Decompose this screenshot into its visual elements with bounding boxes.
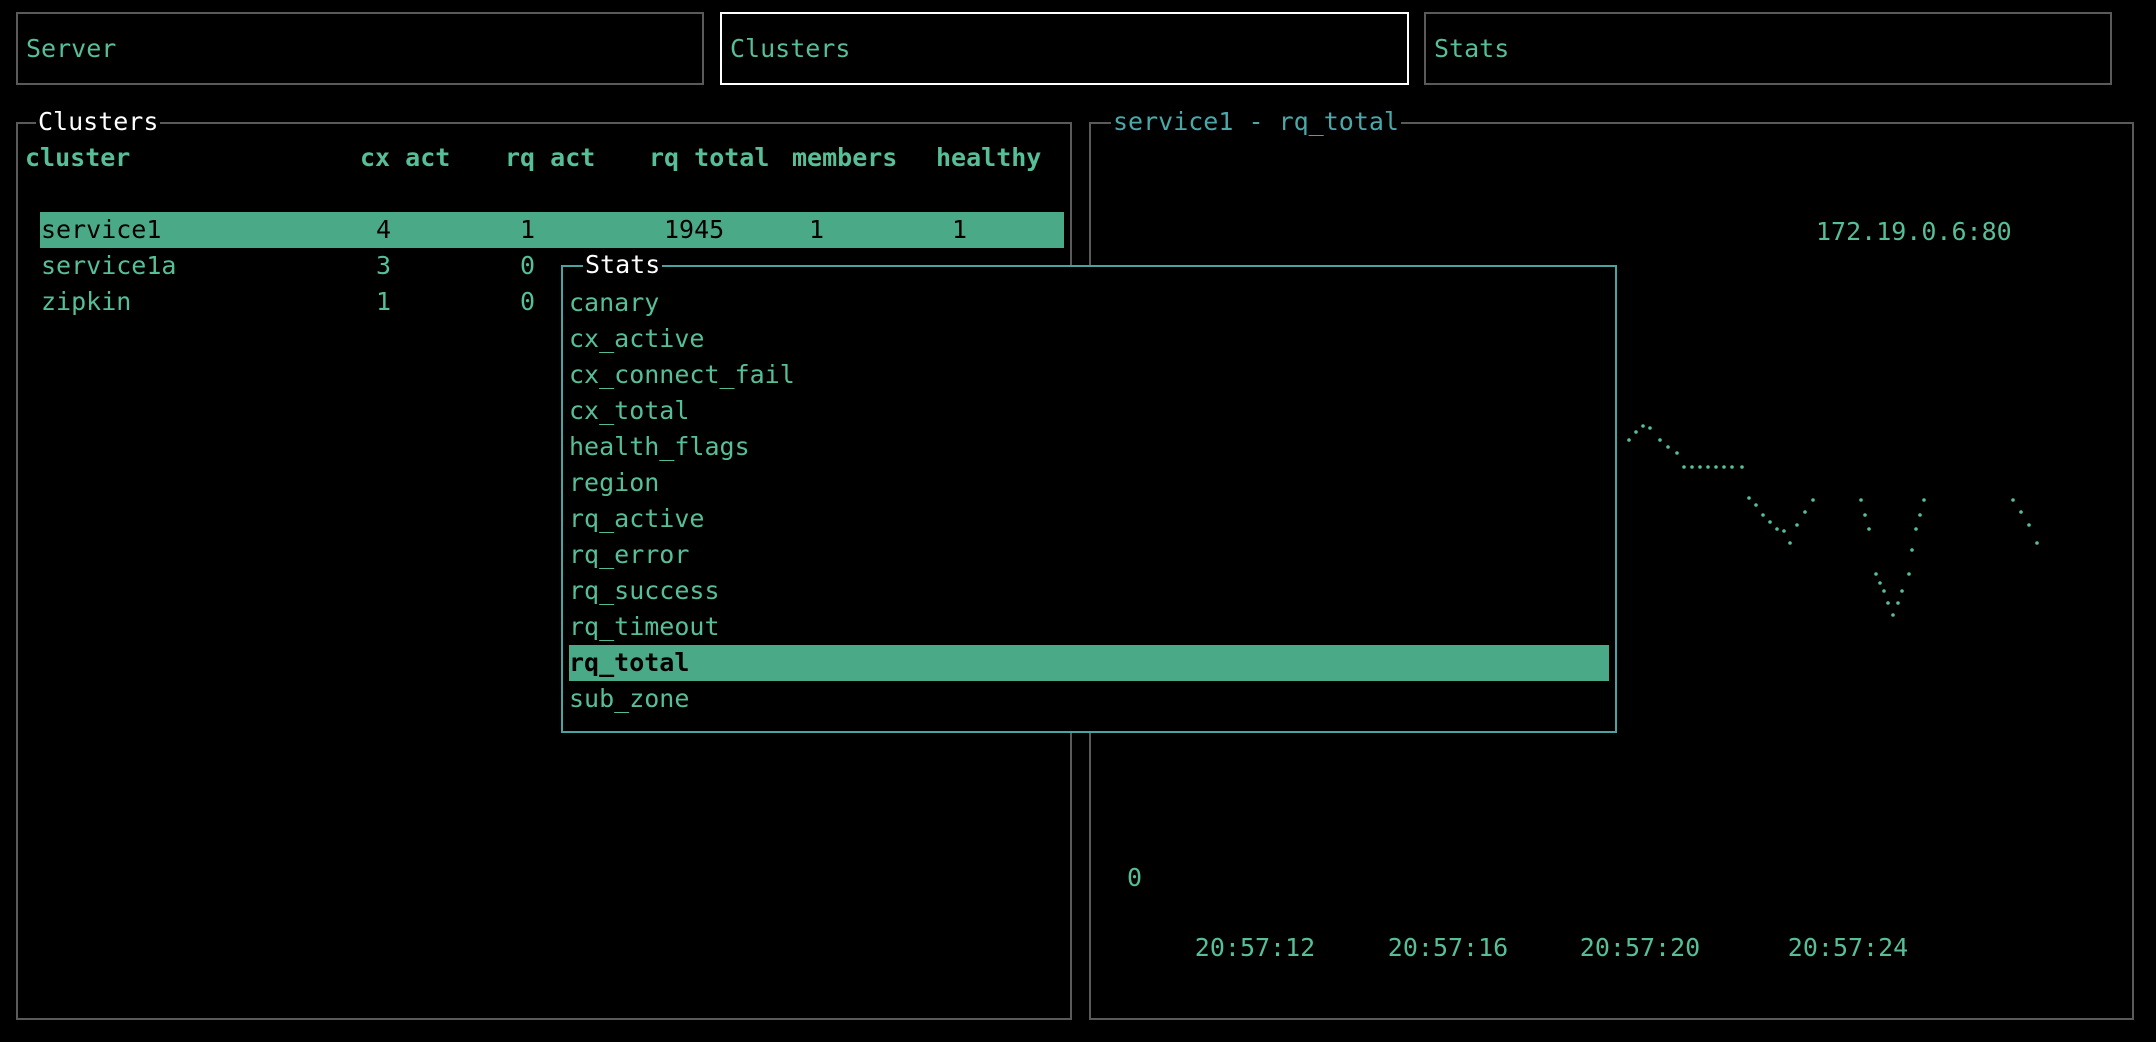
x-tick-label: 20:57:20: [1579, 933, 1701, 962]
x-tick-label: 20:57:24: [1787, 933, 1909, 962]
stats-item[interactable]: canary: [569, 285, 1609, 321]
series-point: [1698, 465, 1702, 469]
series-point: [1658, 438, 1662, 442]
series-point: [2027, 523, 2031, 527]
series-point: [1641, 424, 1645, 428]
series-point: [1761, 513, 1765, 517]
series-point: [1907, 572, 1911, 576]
series-point: [1730, 465, 1734, 469]
series-point: [1863, 513, 1867, 517]
stats-popup-title: Stats: [583, 249, 663, 281]
stats-item[interactable]: cx_active: [569, 321, 1609, 357]
series-point: [1891, 613, 1895, 617]
series-point: [1922, 498, 1926, 502]
series-point: [1874, 572, 1878, 576]
series-point: [1788, 541, 1792, 545]
series-point: [1666, 445, 1670, 449]
series-point: [1782, 529, 1786, 533]
series-point: [1878, 581, 1882, 585]
stats-item[interactable]: rq_total: [569, 645, 1609, 681]
series-point: [1882, 589, 1886, 593]
series-point: [1775, 527, 1779, 531]
y-tick-label: 0: [1127, 863, 1143, 892]
series-point: [1803, 510, 1807, 514]
x-tick-label: 20:57:12: [1194, 933, 1316, 962]
stats-item[interactable]: rq_timeout: [569, 609, 1609, 645]
stats-item[interactable]: rq_success: [569, 573, 1609, 609]
series-point: [1722, 465, 1726, 469]
series-point: [1754, 503, 1758, 507]
series-point: [1682, 465, 1686, 469]
series-point: [1859, 498, 1863, 502]
series-point: [1900, 589, 1904, 593]
series-point: [1740, 465, 1744, 469]
series-point: [1627, 438, 1631, 442]
series-point: [1910, 548, 1914, 552]
series-point: [1811, 498, 1815, 502]
stats-item[interactable]: cx_total: [569, 393, 1609, 429]
stats-item[interactable]: region: [569, 465, 1609, 501]
series-point: [1886, 601, 1890, 605]
series-point: [1690, 465, 1694, 469]
series-point: [1918, 513, 1922, 517]
series-point: [1648, 426, 1652, 430]
series-point: [1675, 451, 1679, 455]
series-point: [2035, 541, 2039, 545]
series-point: [1747, 496, 1751, 500]
series-point: [1867, 527, 1871, 531]
series-point: [2019, 510, 2023, 514]
series-point: [1714, 465, 1718, 469]
stats-item[interactable]: sub_zone: [569, 681, 1609, 717]
series-point: [1896, 601, 1900, 605]
x-tick-label: 20:57:16: [1387, 933, 1509, 962]
series-point: [1634, 430, 1638, 434]
stats-item[interactable]: rq_error: [569, 537, 1609, 573]
stats-item[interactable]: rq_active: [569, 501, 1609, 537]
series-point: [1768, 520, 1772, 524]
stats-item[interactable]: cx_connect_fail: [569, 357, 1609, 393]
series-point: [1914, 527, 1918, 531]
series-point: [1706, 465, 1710, 469]
series-point: [2011, 498, 2015, 502]
stats-popup: Stats canary cx_active cx_connect_fail cx_t…: [561, 249, 1617, 733]
series-point: [1795, 523, 1799, 527]
stats-item[interactable]: health_flags: [569, 429, 1609, 465]
